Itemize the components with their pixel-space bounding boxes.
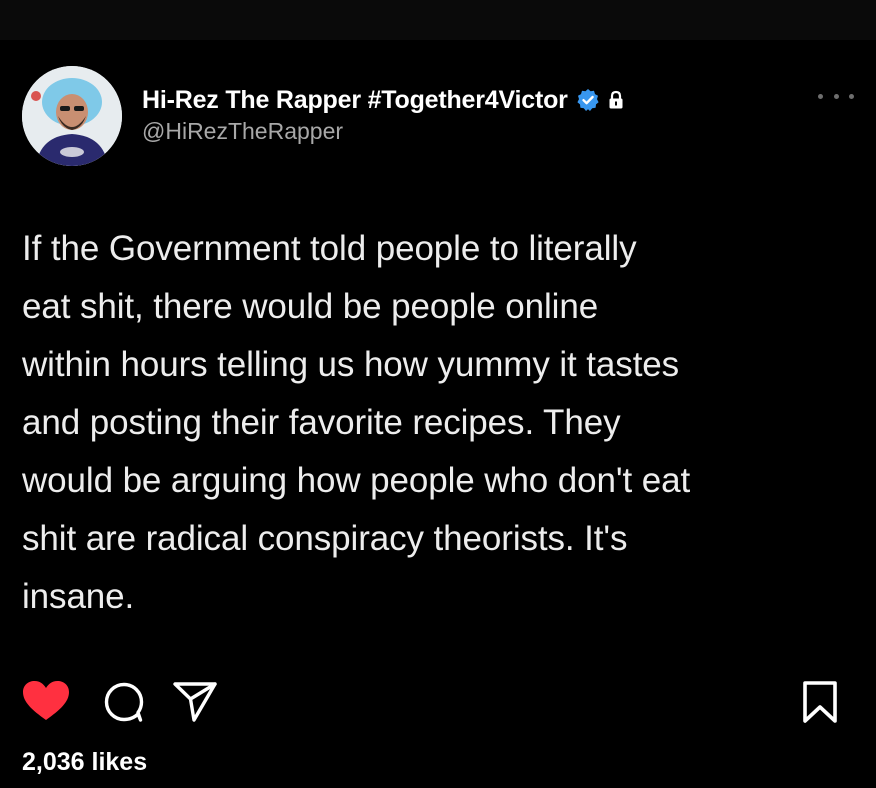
display-name-row: Hi-Rez The Rapper #Together4Victor [142, 84, 624, 116]
top-bar [0, 0, 876, 40]
post-text-line: shit are radical conspiracy theorists. I… [22, 519, 628, 558]
author-avatar[interactable] [22, 66, 122, 166]
author-display-name[interactable]: Hi-Rez The Rapper #Together4Victor [142, 86, 568, 115]
post-text-line: within hours telling us how yummy it tas… [22, 345, 680, 384]
comment-icon[interactable] [102, 680, 146, 724]
post-actions [22, 680, 854, 724]
post-text-line: and posting their favorite recipes. They [22, 403, 621, 442]
likes-count[interactable]: 2,036 likes [22, 748, 147, 777]
share-icon[interactable] [172, 680, 218, 724]
post-text-line: eat shit, there would be people online [22, 287, 599, 326]
post-text-line: If the Government told people to literal… [22, 229, 637, 268]
lock-icon [609, 90, 623, 109]
post-text-line: would be arguing how people who don't ea… [22, 461, 691, 500]
avatar-image [22, 66, 122, 166]
heart-icon[interactable] [22, 680, 70, 722]
post-header: Hi-Rez The Rapper #Together4Victor @HiRe… [22, 66, 854, 166]
post-body: If the Government told people to literal… [22, 220, 862, 626]
more-options-icon[interactable] [818, 88, 854, 104]
author-names: Hi-Rez The Rapper #Together4Victor @HiRe… [142, 84, 624, 145]
post-text-line: insane. [22, 577, 135, 616]
author-handle[interactable]: @HiRezTheRapper [142, 118, 624, 145]
bookmark-icon[interactable] [802, 680, 838, 724]
verified-badge-icon [577, 89, 599, 111]
